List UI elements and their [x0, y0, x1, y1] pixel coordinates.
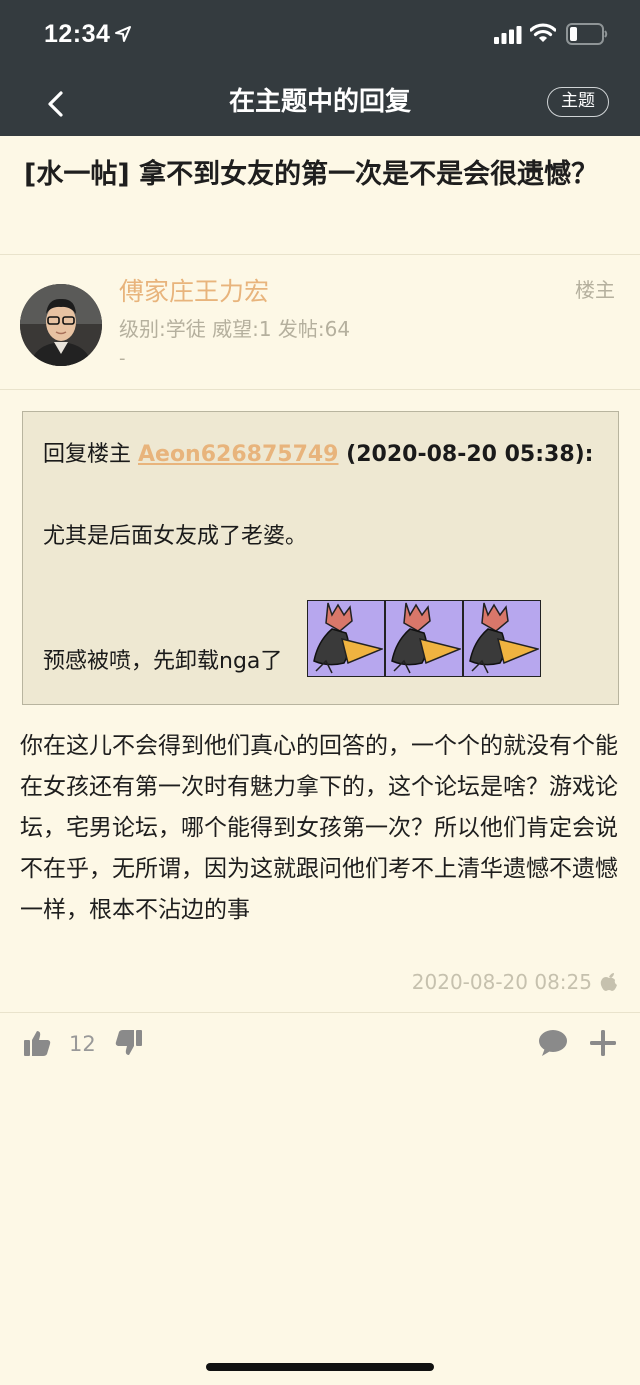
apple-device-icon [600, 973, 617, 991]
divider [0, 1012, 640, 1013]
author-stats: 级别:学徒 威望:1 发帖:64 [119, 317, 351, 341]
home-indicator[interactable] [206, 1363, 434, 1371]
plus-icon[interactable] [588, 1028, 618, 1058]
comment-icon[interactable] [537, 1028, 569, 1058]
author-signature: - [119, 348, 126, 369]
quote-text: 尤其是后面女友成了老婆。 [43, 524, 308, 549]
cellular-signal-icon [494, 26, 522, 44]
quote-prefix: 回复楼主 [43, 442, 138, 467]
avatar[interactable] [20, 284, 102, 366]
wifi-icon [530, 23, 556, 42]
crow-sticker-icon [469, 602, 541, 674]
crow-sticker-icon [313, 602, 385, 674]
divider [0, 254, 640, 255]
crow-sticker-icon [391, 602, 463, 674]
quoted-user-link[interactable]: Aeon626875749 [138, 442, 339, 467]
sticker-emoji [463, 600, 541, 677]
sticker-emoji [307, 600, 385, 677]
battery-icon [566, 23, 608, 45]
quote-header: 回复楼主 Aeon626875749 (2020-08-20 05:38): [43, 440, 593, 470]
status-time: 12:34 [44, 20, 111, 48]
quote-date: (2020-08-20 05:38): [338, 442, 594, 467]
thread-title: [水一帖] 拿不到女友的第一次是不是会很遗憾？ [24, 159, 599, 190]
post-actions-bar: 12 [0, 1020, 640, 1070]
avatar-photo-icon [20, 284, 102, 366]
sticker-emoji [385, 600, 463, 677]
page-title: 在主题中的回复 [228, 87, 411, 117]
quote-block: 回复楼主 Aeon626875749 (2020-08-20 05:38): 尤… [22, 411, 619, 705]
topic-button[interactable]: 主题 [547, 87, 609, 117]
divider [0, 389, 640, 390]
thumbs-down-icon[interactable] [114, 1028, 144, 1058]
thumbs-up-icon[interactable] [22, 1028, 52, 1058]
like-count: 12 [69, 1032, 96, 1056]
floor-label: 楼主 [575, 278, 615, 302]
quote-text: 预感被喷，先卸载nga了 [43, 649, 283, 674]
post-body: 你在这儿不会得到他们真心的回答的，一个个的就没有个能在女孩还有第一次时有魅力拿下… [20, 733, 618, 923]
post-timestamp: 2020-08-20 08:25 [411, 970, 592, 994]
app-header: 12:34 在主题中的回复 主题 [0, 0, 640, 136]
location-arrow-icon [115, 26, 131, 42]
author-name[interactable]: 傅家庄王力宏 [119, 272, 269, 308]
